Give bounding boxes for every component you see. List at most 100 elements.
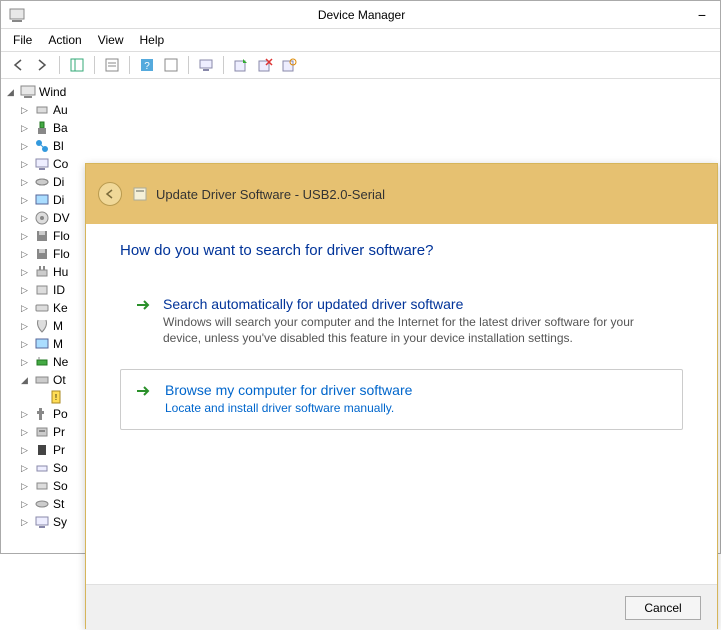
device-category-icon <box>34 336 50 352</box>
tree-item-label: Flo <box>53 227 70 245</box>
tree-item-label: Pr <box>53 423 65 441</box>
expand-icon[interactable]: ▷ <box>21 263 31 281</box>
tree-item-label: Sy <box>53 513 67 531</box>
tree-item-label: Po <box>53 405 68 423</box>
tree-item-label: St <box>53 495 64 513</box>
tree-item[interactable]: ▷Ba <box>7 119 714 137</box>
expand-icon[interactable]: ▷ <box>21 353 31 371</box>
tree-root-label: Wind <box>39 83 66 101</box>
device-category-icon <box>34 138 50 154</box>
properties-icon-button[interactable] <box>101 54 123 76</box>
expand-icon[interactable]: ▷ <box>21 227 31 245</box>
tree-item-label: Flo <box>53 245 70 263</box>
window-titlebar: Device Manager − <box>1 1 720 29</box>
tree-item-label: Hu <box>53 263 68 281</box>
device-icon <box>132 186 148 202</box>
expand-icon[interactable]: ▷ <box>21 317 31 335</box>
device-category-icon <box>34 228 50 244</box>
expand-icon[interactable]: ▷ <box>21 335 31 353</box>
tree-item-label: ID <box>53 281 65 299</box>
svg-text:!: ! <box>55 393 57 402</box>
update-driver-button[interactable] <box>230 54 252 76</box>
tree-item-label: Ke <box>53 299 68 317</box>
tree-item-label: Co <box>53 155 68 173</box>
expand-icon[interactable]: ▷ <box>21 155 31 173</box>
show-hide-tree-button[interactable] <box>66 54 88 76</box>
tree-item[interactable]: ▷ Au <box>7 101 714 119</box>
tree-item-label: So <box>53 459 68 477</box>
dialog-back-button[interactable] <box>98 182 122 206</box>
uninstall-button[interactable] <box>254 54 276 76</box>
device-category-icon <box>34 354 50 370</box>
tree-item-label: Ne <box>53 353 68 371</box>
device-category-icon <box>34 282 50 298</box>
app-icon <box>9 7 25 23</box>
toolbar: ? <box>1 51 720 79</box>
menu-action[interactable]: Action <box>40 31 89 49</box>
option2-desc: Locate and install driver software manua… <box>165 400 412 416</box>
expand-icon[interactable]: ▷ <box>21 101 31 119</box>
device-category-icon <box>34 210 50 226</box>
expand-icon[interactable]: ▷ <box>21 245 31 263</box>
disable-button[interactable] <box>278 54 300 76</box>
expand-icon[interactable]: ▷ <box>21 119 31 137</box>
device-category-icon <box>34 120 50 136</box>
expand-icon[interactable]: ▷ <box>21 209 31 227</box>
dialog-heading: How do you want to search for driver sof… <box>120 242 683 259</box>
expand-icon[interactable]: ▷ <box>21 495 31 513</box>
dialog-body: How do you want to search for driver sof… <box>86 224 717 584</box>
window-title: Device Manager <box>31 8 692 22</box>
device-category-icon <box>34 156 50 172</box>
option-browse-computer[interactable]: Browse my computer for driver software L… <box>120 369 683 429</box>
expand-icon[interactable]: ▷ <box>21 137 31 155</box>
collapse-icon[interactable]: ◢ <box>7 83 17 101</box>
tree-root[interactable]: ◢ Wind <box>7 83 714 101</box>
cancel-button[interactable]: Cancel <box>625 596 701 620</box>
dialog-footer: Cancel <box>86 584 717 630</box>
expand-icon[interactable]: ▷ <box>21 173 31 191</box>
expand-icon[interactable]: ▷ <box>21 423 31 441</box>
scan-hardware-button[interactable] <box>195 54 217 76</box>
minimize-button[interactable]: − <box>692 7 712 23</box>
toolbar-icon-1[interactable] <box>160 54 182 76</box>
device-category-icon <box>34 460 50 476</box>
expand-icon[interactable]: ▷ <box>21 477 31 495</box>
tree-item-label: Pr <box>53 441 65 459</box>
tree-item[interactable]: ▷Bl <box>7 137 714 155</box>
dialog-titlebar: Update Driver Software - USB2.0-Serial <box>86 164 717 224</box>
forward-button[interactable] <box>31 54 53 76</box>
device-category-icon <box>34 514 50 530</box>
menu-view[interactable]: View <box>90 31 132 49</box>
expand-icon[interactable]: ▷ <box>21 405 31 423</box>
menu-file[interactable]: File <box>5 31 40 49</box>
update-driver-dialog: Update Driver Software - USB2.0-Serial H… <box>85 163 718 629</box>
option1-desc: Windows will search your computer and th… <box>163 314 668 346</box>
expand-icon[interactable]: ▷ <box>21 513 31 531</box>
option-search-automatically[interactable]: Search automatically for updated driver … <box>120 283 683 359</box>
device-category-icon <box>34 406 50 422</box>
svg-text:?: ? <box>144 61 150 72</box>
device-category-icon: ! <box>48 389 64 405</box>
tree-item-label: M <box>53 335 63 353</box>
expand-icon[interactable]: ▷ <box>21 191 31 209</box>
expand-icon[interactable]: ▷ <box>21 281 31 299</box>
expand-icon[interactable]: ▷ <box>21 441 31 459</box>
device-category-icon <box>34 372 50 388</box>
tree-item-label: Au <box>53 101 68 119</box>
help-button[interactable]: ? <box>136 54 158 76</box>
tree-item-label: Di <box>53 191 64 209</box>
option1-title: Search automatically for updated driver … <box>163 296 668 312</box>
expand-icon[interactable]: ▷ <box>21 299 31 317</box>
content-area: ◢ Wind ▷Au▷Ba▷Bl▷Co▷Di▷Di▷DV▷Flo▷Flo▷Hu▷… <box>1 79 720 553</box>
menu-help[interactable]: Help <box>132 31 173 49</box>
tree-item-label: Ot <box>53 371 66 389</box>
expand-icon[interactable]: ◢ <box>21 371 31 389</box>
expand-icon[interactable]: ▷ <box>21 459 31 477</box>
tree-item-label: So <box>53 477 68 495</box>
arrow-right-icon <box>135 296 153 346</box>
device-category-icon <box>34 246 50 262</box>
back-button[interactable] <box>7 54 29 76</box>
arrow-right-icon <box>135 382 155 416</box>
computer-icon <box>20 84 36 100</box>
device-category-icon <box>34 318 50 334</box>
